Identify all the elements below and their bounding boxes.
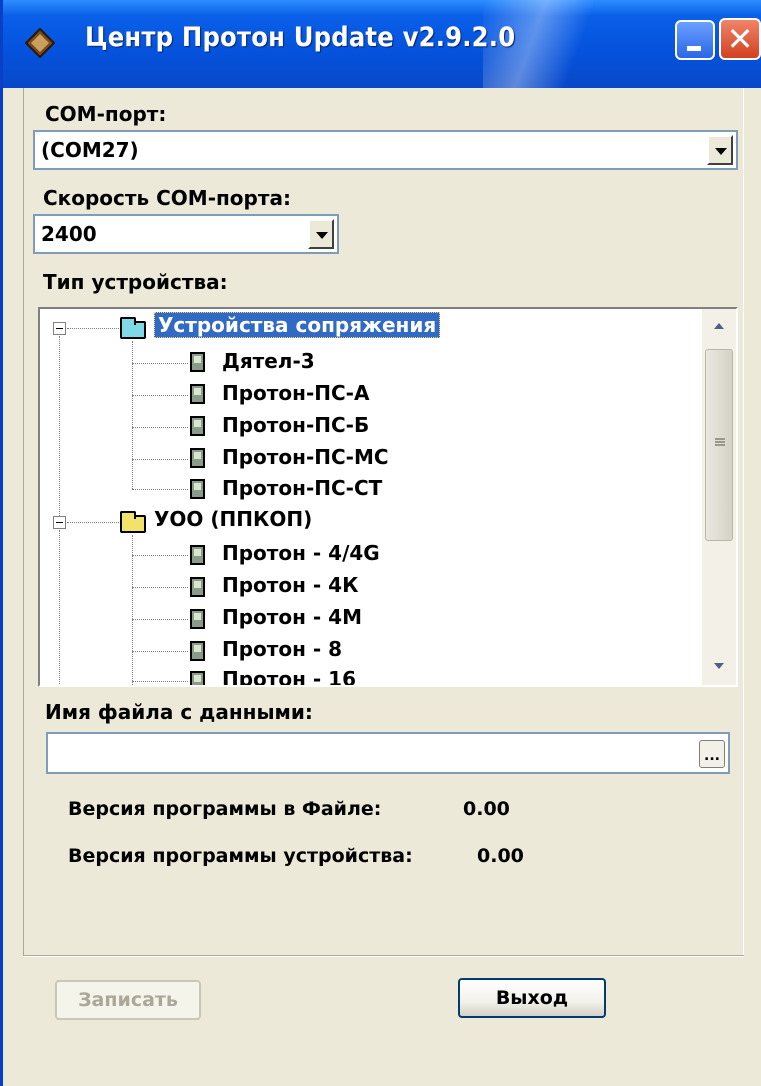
device-icon bbox=[190, 641, 205, 661]
data-file-label: Имя файла с данными: bbox=[45, 700, 313, 724]
tree-group-label: Устройства сопряжения bbox=[154, 312, 441, 338]
tree-line bbox=[67, 522, 119, 523]
com-speed-select[interactable]: 2400 bbox=[33, 214, 339, 254]
tree-item[interactable]: Протон-ПС-МС bbox=[222, 445, 389, 475]
tree-line bbox=[59, 336, 60, 516]
com-port-label: COM-порт: bbox=[45, 102, 167, 126]
tree-item[interactable]: Протон-ПС-А bbox=[222, 381, 369, 411]
title-bar[interactable]: Центр Протон Update v2.9.2.0 ✕ bbox=[3, 0, 761, 88]
device-icon bbox=[190, 352, 205, 372]
folder-open-icon bbox=[120, 317, 146, 339]
device-icon bbox=[190, 609, 205, 629]
tree-item[interactable]: Протон - 4/4G bbox=[222, 541, 380, 571]
app-window: Центр Протон Update v2.9.2.0 ✕ COM-порт:… bbox=[0, 0, 761, 1086]
tree-item[interactable]: Протон - 4К bbox=[222, 573, 358, 603]
device-icon bbox=[190, 545, 205, 565]
close-button[interactable]: ✕ bbox=[719, 18, 761, 60]
tree-line bbox=[132, 395, 188, 396]
scroll-up-icon[interactable] bbox=[705, 313, 733, 341]
app-diamond-icon bbox=[25, 28, 55, 58]
tree-scrollbar[interactable] bbox=[702, 309, 736, 685]
write-button[interactable]: Записать bbox=[55, 980, 201, 1020]
tree-line bbox=[132, 535, 133, 685]
tree-group-interface-devices[interactable]: Устройства сопряжения bbox=[154, 312, 441, 343]
device-tree-list: Устройства сопряжения Дятел-3 Протон-ПС-… bbox=[40, 309, 702, 685]
com-speed-value: 2400 bbox=[41, 222, 97, 246]
ellipsis-icon: ... bbox=[704, 748, 720, 764]
folder-icon bbox=[120, 511, 146, 533]
tree-line bbox=[132, 681, 188, 682]
tree-line bbox=[132, 587, 188, 588]
device-icon bbox=[190, 416, 205, 436]
tree-group-security-panels[interactable]: УОО (ППКОП) bbox=[154, 507, 312, 537]
minimize-button[interactable] bbox=[675, 20, 715, 60]
tree-line bbox=[132, 489, 188, 490]
data-file-input[interactable]: ... bbox=[46, 732, 730, 774]
tree-line bbox=[132, 459, 188, 460]
tree-item[interactable]: Протон - 8 bbox=[222, 637, 342, 667]
com-port-select[interactable]: (COM27) bbox=[33, 130, 738, 170]
com-speed-label: Скорость COM-порта: bbox=[43, 186, 291, 210]
tree-item[interactable]: Протон-ПС-Б bbox=[222, 413, 369, 443]
device-icon bbox=[190, 448, 205, 468]
collapse-icon[interactable] bbox=[53, 322, 66, 335]
scroll-down-icon[interactable] bbox=[705, 653, 733, 681]
file-version-label: Версия программы в Файле: bbox=[68, 798, 382, 820]
tree-line bbox=[132, 619, 188, 620]
scroll-thumb[interactable] bbox=[705, 349, 733, 541]
browse-button[interactable]: ... bbox=[699, 740, 725, 768]
tree-item[interactable]: Протон - 4М bbox=[222, 605, 362, 635]
divider bbox=[23, 955, 744, 957]
com-port-value: (COM27) bbox=[41, 138, 139, 162]
device-icon bbox=[190, 384, 205, 404]
device-type-label: Тип устройства: bbox=[43, 270, 228, 294]
device-version-value: 0.00 bbox=[477, 845, 524, 867]
chevron-down-icon[interactable] bbox=[308, 219, 334, 249]
tree-line bbox=[132, 363, 188, 364]
collapse-icon[interactable] bbox=[53, 516, 66, 529]
tree-item[interactable]: Протон - 16 bbox=[222, 667, 356, 685]
file-version-value: 0.00 bbox=[463, 798, 510, 820]
tree-item[interactable]: Протон-ПС-СТ bbox=[222, 476, 382, 506]
device-tree[interactable]: Устройства сопряжения Дятел-3 Протон-ПС-… bbox=[38, 307, 738, 687]
window-title: Центр Протон Update v2.9.2.0 bbox=[85, 22, 516, 53]
tree-line bbox=[132, 651, 188, 652]
device-version-label: Версия программы устройства: bbox=[68, 845, 413, 867]
device-icon bbox=[190, 577, 205, 597]
chevron-down-icon[interactable] bbox=[707, 135, 733, 165]
close-icon: ✕ bbox=[726, 20, 754, 58]
tree-line bbox=[132, 427, 188, 428]
tree-line bbox=[67, 328, 119, 329]
device-icon bbox=[190, 479, 205, 499]
tree-line bbox=[132, 555, 188, 556]
tree-item[interactable]: Дятел-3 bbox=[222, 349, 315, 379]
grip-icon bbox=[715, 438, 725, 446]
exit-button[interactable]: Выход bbox=[458, 978, 606, 1018]
tree-line bbox=[59, 530, 60, 685]
minimize-icon bbox=[687, 46, 701, 51]
device-icon bbox=[190, 671, 205, 685]
